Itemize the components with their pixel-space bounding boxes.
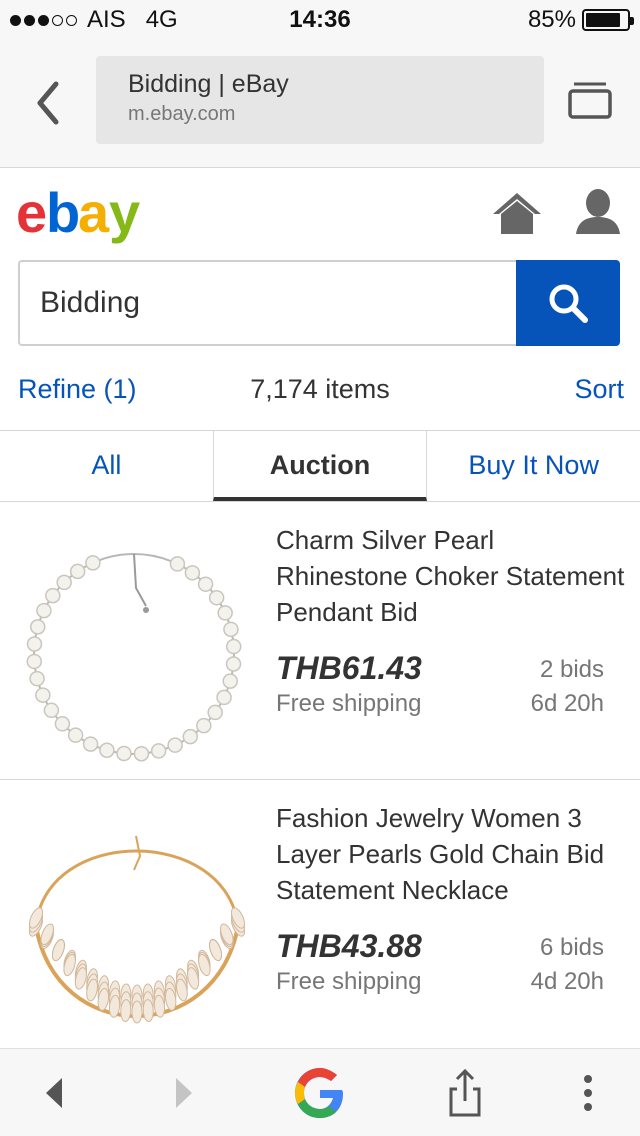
- tab-all[interactable]: All: [0, 431, 213, 501]
- search-button[interactable]: [516, 260, 620, 346]
- listing-price: THB43.88: [276, 928, 422, 964]
- address-bar[interactable]: Bidding | eBay m.ebay.com: [96, 56, 544, 144]
- user-icon: [576, 189, 620, 234]
- pearl-necklace-image: [26, 553, 242, 762]
- gold-pearl-necklace-image: [29, 835, 245, 1024]
- browser-back-button[interactable]: [30, 78, 70, 128]
- status-bar: AIS 4G 14:36 85%: [0, 0, 640, 40]
- results-bar: 7,174 items Refine (1) Sort: [0, 360, 640, 420]
- tabs-icon: [568, 82, 612, 119]
- more-vertical-icon: [584, 1075, 592, 1111]
- share-button[interactable]: [440, 1067, 490, 1119]
- browser-tabs-button[interactable]: [566, 78, 614, 122]
- share-icon: [449, 1068, 481, 1117]
- listing-type-tabs: All Auction Buy It Now: [0, 430, 640, 502]
- more-options-button[interactable]: [570, 1067, 606, 1119]
- listing-shipping: Free shipping: [276, 968, 422, 995]
- svg-text:a: a: [78, 188, 110, 244]
- search-icon: [549, 284, 588, 323]
- listing-time-left: 4d 20h: [530, 968, 604, 995]
- listing-bids: 6 bids: [539, 934, 604, 961]
- chevron-left-icon: [37, 81, 59, 125]
- tab-auction[interactable]: Auction: [212, 431, 428, 501]
- sort-link[interactable]: Sort: [574, 374, 624, 405]
- list-item[interactable]: Fashion Jewelry Women 3 Layer Pearls Gol…: [0, 780, 640, 1058]
- google-icon: [295, 1068, 343, 1118]
- google-button[interactable]: [288, 1067, 352, 1119]
- list-item[interactable]: Charm Silver Pearl Rhinestone Choker Sta…: [0, 502, 640, 780]
- battery-icon: [582, 9, 634, 31]
- product-image[interactable]: [16, 518, 260, 762]
- ebay-logo[interactable]: e b a y: [16, 181, 156, 248]
- page-host: m.ebay.com: [128, 103, 236, 125]
- status-right: 85%: [527, 6, 634, 34]
- browser-bottom-toolbar: [0, 1048, 640, 1136]
- refine-link[interactable]: Refine (1): [18, 374, 137, 405]
- svg-text:b: b: [46, 188, 78, 244]
- battery-percent: 85%: [527, 6, 576, 33]
- triangle-left-icon: [46, 1078, 62, 1108]
- svg-text:e: e: [16, 188, 46, 244]
- svg-text:y: y: [109, 188, 140, 244]
- triangle-right-icon: [176, 1078, 192, 1108]
- listing-title[interactable]: Charm Silver Pearl Rhinestone Choker Sta…: [276, 522, 626, 630]
- page-title: Bidding | eBay: [128, 70, 289, 98]
- search-input[interactable]: Bidding: [18, 260, 516, 346]
- account-button[interactable]: [574, 188, 622, 236]
- listing-shipping: Free shipping: [276, 690, 422, 717]
- listing-price: THB61.43: [276, 650, 422, 686]
- home-button[interactable]: [490, 190, 544, 236]
- browser-back-nav-button[interactable]: [34, 1067, 74, 1119]
- listing-time-left: 6d 20h: [530, 690, 604, 717]
- listing-title[interactable]: Fashion Jewelry Women 3 Layer Pearls Gol…: [276, 800, 626, 908]
- home-icon: [493, 193, 541, 234]
- listing-bids: 2 bids: [539, 656, 604, 683]
- tab-buy-it-now[interactable]: Buy It Now: [427, 431, 640, 501]
- browser-toolbar: Bidding | eBay m.ebay.com: [0, 40, 640, 168]
- browser-forward-nav-button[interactable]: [164, 1067, 204, 1119]
- ebay-logo-icon: e b a y: [16, 181, 143, 244]
- product-image[interactable]: [16, 796, 260, 1040]
